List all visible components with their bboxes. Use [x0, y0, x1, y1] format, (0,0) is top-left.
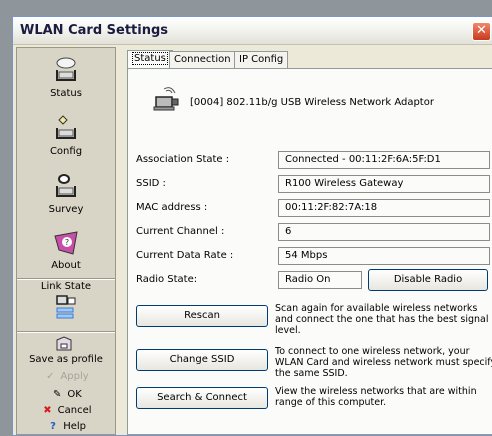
current-channel-value: 6 [278, 223, 490, 241]
cancel-label: Cancel [57, 405, 92, 416]
tab-ip-config[interactable]: IP Config [234, 51, 289, 69]
sidebar-item-label: Status [50, 88, 82, 99]
window-title: WLAN Card Settings [20, 23, 169, 38]
checkmark-icon: ✓ [46, 371, 55, 382]
divider [17, 279, 115, 280]
radio-state-label: Radio State: [136, 274, 198, 285]
sidebar-item-survey[interactable]: Survey [17, 172, 115, 215]
link-state-panel: Link State [17, 281, 115, 322]
cancel-button[interactable]: ✖ Cancel [17, 404, 115, 418]
status-icon [56, 57, 76, 81]
sidebar-item-label: About [51, 260, 81, 271]
sidebar-item-label: Config [49, 146, 83, 157]
current-channel-label: Current Channel : [136, 226, 225, 237]
ssid-label: SSID : [136, 178, 166, 189]
main-panel: Status Connection IP Config [0004] 802.1… [123, 47, 492, 435]
help-button[interactable]: ? Help [17, 420, 115, 434]
association-state-value: Connected - 00:11:2F:6A:5F:D1 [278, 151, 490, 169]
apply-button[interactable]: ✓ Apply [17, 370, 115, 384]
svg-text:?: ? [65, 238, 69, 247]
divider [17, 332, 115, 333]
title-bar[interactable]: WLAN Card Settings ✕ [13, 17, 492, 45]
status-panel: [0004] 802.11b/g USB Wireless Network Ad… [127, 68, 492, 435]
sidebar-item-about[interactable]: ? About [17, 228, 115, 271]
save-profile-icon [56, 336, 72, 351]
help-label: Help [63, 421, 86, 432]
survey-icon [56, 174, 76, 197]
change-ssid-button[interactable]: Change SSID [136, 349, 268, 371]
mac-address-label: MAC address : [136, 202, 208, 213]
ssid-value: R100 Wireless Gateway [278, 175, 490, 193]
ok-icon: ✎ [52, 389, 62, 400]
rescan-description: Scan again for available wireless networ… [275, 303, 489, 336]
ok-label: OK [67, 389, 82, 400]
radio-state-value: Radio On [278, 271, 362, 289]
ok-button[interactable]: ✎ OK [17, 388, 115, 402]
sidebar-item-status[interactable]: Status [17, 56, 115, 99]
adapter-name: [0004] 802.11b/g USB Wireless Network Ad… [190, 97, 434, 108]
rescan-button[interactable]: Rescan [136, 305, 268, 327]
search-connect-button[interactable]: Search & Connect [136, 387, 268, 409]
apply-label: Apply [60, 371, 89, 382]
association-state-label: Association State : [136, 154, 230, 165]
link-state-icon [56, 295, 76, 319]
sidebar-item-label: Survey [48, 204, 84, 215]
adapter-info: [0004] 802.11b/g USB Wireless Network Ad… [150, 87, 434, 116]
change-ssid-description: To connect to one wireless network, your… [275, 346, 492, 379]
wlan-settings-window: WLAN Card Settings ✕ Status Config Surve… [12, 16, 492, 436]
help-question-icon: ? [50, 421, 56, 432]
close-button[interactable]: ✕ [472, 22, 491, 41]
save-as-profile-button[interactable]: Save as profile [17, 353, 115, 367]
config-icon [56, 115, 76, 139]
tab-status[interactable]: Status [127, 50, 173, 70]
current-data-rate-label: Current Data Rate : [136, 250, 234, 261]
link-state-label: Link State [40, 281, 92, 292]
sidebar: Status Config Survey ? About Link State … [16, 47, 116, 435]
disable-radio-button[interactable]: Disable Radio [368, 269, 488, 291]
tab-connection[interactable]: Connection [169, 51, 236, 69]
cancel-x-icon: ✖ [43, 405, 52, 416]
about-icon: ? [54, 231, 78, 255]
sidebar-item-config[interactable]: Config [17, 114, 115, 157]
current-data-rate-value: 54 Mbps [278, 247, 490, 265]
search-connect-description: View the wireless networks that are with… [275, 386, 477, 408]
usb-adapter-icon [153, 87, 179, 111]
mac-address-value: 00:11:2F:82:7A:18 [278, 199, 490, 217]
